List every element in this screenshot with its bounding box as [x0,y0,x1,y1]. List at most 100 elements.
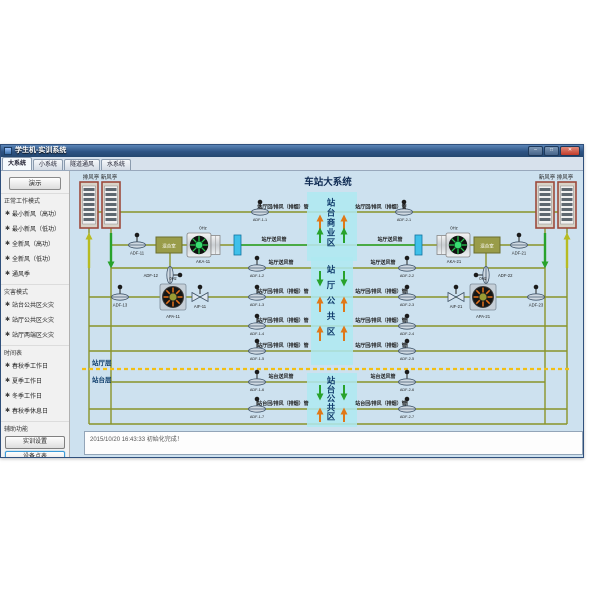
filter-left [234,235,241,255]
damper-tag: ADF-13 [113,303,128,308]
butterfly-valve-right[interactable] [448,285,464,302]
disaster-platform-public-fire[interactable]: ✱站台公共区火灾 [1,297,69,312]
row-damper[interactable] [249,370,266,386]
item-label: 最小新风（高功） [12,209,60,218]
damper-supply-left[interactable] [129,233,146,249]
fan-icon: ✱ [5,225,10,232]
duct-label: 站厅送风管 [370,259,395,266]
section-header-schedule: 时间表 [1,345,69,358]
mode-ventilation-season[interactable]: ✱通风季 [1,266,69,281]
window-controls: – □ ✕ [528,146,580,156]
ahu-fan-left[interactable] [187,233,220,257]
device-points-button[interactable]: 设备点表 [5,451,65,457]
ahu-fan-right[interactable] [437,233,470,257]
diagram-title: 车站大系统 [304,176,352,188]
fan-icon: ✱ [5,392,10,399]
fan-tag: APA-11 [166,314,180,319]
duct-label: 站厅回/排风（排烟）管 [257,204,308,211]
damper-return-left[interactable] [112,285,129,301]
return-fan-right[interactable] [470,284,496,310]
demo-button[interactable]: 演示 [9,177,61,190]
duct-label: 站厅回/排风（排烟）管 [355,204,406,211]
damper-supply-right[interactable] [511,233,528,249]
training-settings-button[interactable]: 实训设置 [5,436,65,449]
disaster-hall-public-fire[interactable]: ✱站厅公共区火灾 [1,312,69,327]
schedule-winter-workday[interactable]: ✱冬季工作日 [1,388,69,403]
item-label: 夏季工作日 [12,376,42,385]
tab-tunnel-ventilation[interactable]: 隧道通风 [64,159,100,170]
valve-tag: AIF-21 [450,304,463,309]
duct-label: 站厅回/排风（排烟）管 [355,288,406,295]
damper-tag: ADF-2-3 [400,303,414,307]
row-damper[interactable] [399,370,416,386]
exhaust-tower-left[interactable] [80,182,98,228]
item-label: 站厅两端区火灾 [12,330,54,339]
schedule-spring-autumn-holiday[interactable]: ✱春秋季休息日 [1,403,69,418]
mixing-chamber-label: 混合室 [162,243,176,250]
fan-icon: ✱ [5,407,10,414]
close-button[interactable]: ✕ [560,146,580,156]
mode-min-fresh-air-high[interactable]: ✱最小新风（高功） [1,206,69,221]
damper-tag: ADF-2-5 [400,357,414,361]
floor-label-platform: 站台层 [92,375,112,384]
app-window: 学生机-实训系统 – □ ✕ 大系统 小系统 隧道通风 水系统 演示 正常工作模… [0,144,584,458]
fan-icon: ✱ [5,210,10,217]
schedule-spring-autumn-workday[interactable]: ✱春秋季工作日 [1,358,69,373]
section-header-disaster-modes: 灾害模式 [1,284,69,297]
duct-label: 站厅送风管 [268,259,293,266]
zone-label-platform-public: 站台公共区 [325,376,337,421]
fan-tag: APA-21 [476,314,491,319]
fresh-air-tower-right[interactable] [536,182,554,228]
damper-tag: ADF-22 [498,273,513,278]
tab-small-system[interactable]: 小系统 [33,159,63,170]
damper-tag: ADF-1-2 [250,274,264,278]
minimize-button[interactable]: – [528,146,543,156]
item-label: 站台公共区火灾 [12,300,54,309]
disaster-hall-ends-fire[interactable]: ✱站厅两端区火灾 [1,327,69,342]
main-content: 演示 正常工作模式 ✱最小新风（高功） ✱最小新风（低功） ✱全新风（高功） ✱… [1,171,583,457]
mode-min-fresh-air-low[interactable]: ✱最小新风（低功） [1,221,69,236]
duct-label: 站厅送风管 [261,236,286,243]
section-header-normal-modes: 正常工作模式 [1,193,69,206]
ahu-tag: AKA-11 [196,259,211,264]
ahu-tag: AKA-21 [447,259,462,264]
damper-tag: ADF-1-4 [250,332,264,336]
damper-tag: ADF-2-1 [397,218,411,222]
duct-label: 站台送风管 [370,373,395,380]
row-damper[interactable] [249,256,266,272]
floor-label-hall: 站厅层 [92,358,112,367]
tab-water-system[interactable]: 水系统 [101,159,131,170]
damper-tag: ADF-11 [130,251,145,256]
tab-big-system[interactable]: 大系统 [2,157,32,170]
duct-label: 站厅回/排风（排烟）管 [257,342,308,349]
duct-label: 站厅回/排风（排烟）管 [257,288,308,295]
mixing-chamber-label: 混合室 [480,243,494,250]
fan-icon: ✱ [5,240,10,247]
schedule-summer-workday[interactable]: ✱夏季工作日 [1,373,69,388]
damper-tag: ADF-1-1 [253,218,267,222]
return-fan-left[interactable] [160,284,186,310]
duct-label: 站厅回/排风（排烟）管 [257,317,308,324]
log-panel[interactable]: 2015/10/20 16:43:33 初始化完成！ [84,431,583,455]
damper-return-right[interactable] [528,285,545,301]
mode-all-fresh-air-high[interactable]: ✱全新风（高功） [1,236,69,251]
titlebar[interactable]: 学生机-实训系统 – □ ✕ [1,145,583,157]
duct-label: 站台送风管 [268,373,293,380]
diagram-canvas: 车站大系统 排风亭 新风亭 新风亭 排风亭 站厅层 站台层 站厅回/排风（排烟）… [70,171,583,457]
log-entry: 2015/10/20 16:43:33 初始化完成！ [90,437,183,443]
maximize-button[interactable]: □ [544,146,559,156]
fan-icon: ✱ [5,316,10,323]
section-header-aux-functions: 辅助功能 [1,421,69,434]
damper-tag: ADF-12 [144,273,159,278]
fan-icon: ✱ [5,362,10,369]
freq-label: 0Hz [479,276,486,281]
fan-icon: ✱ [5,301,10,308]
duct-label: 站厅送风管 [377,236,402,243]
mode-all-fresh-air-low[interactable]: ✱全新风（低功） [1,251,69,266]
exhaust-tower-right[interactable] [558,182,576,228]
row-damper[interactable] [399,256,416,272]
fresh-air-tower-left[interactable] [102,182,120,228]
duct-label: 站厅回/排风（排烟）管 [355,317,406,324]
sidebar: 演示 正常工作模式 ✱最小新风（高功） ✱最小新风（低功） ✱全新风（高功） ✱… [1,171,70,457]
butterfly-valve-left[interactable] [192,285,208,302]
